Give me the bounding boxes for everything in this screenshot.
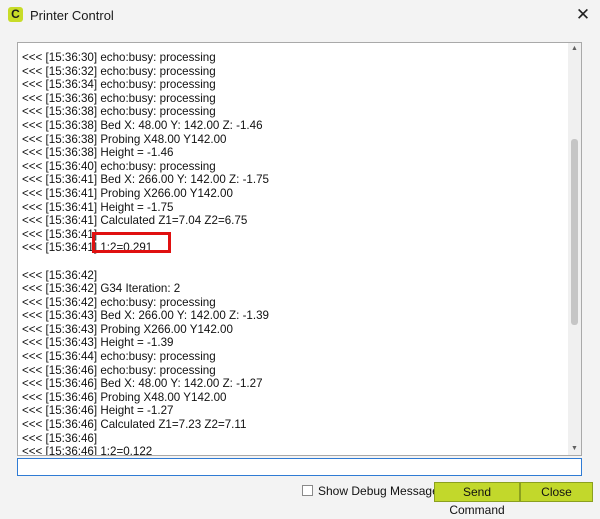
scroll-thumb[interactable] [571,139,578,325]
send-command-button[interactable]: Send Command [434,482,520,517]
window-close-button[interactable]: ✕ [572,4,594,26]
log-line: <<< [15:36:42] [22,268,98,282]
log-line: <<< [15:36:41] Height = -1.75 [22,200,174,214]
log-line: <<< [15:36:46] Height = -1.27 [22,404,174,418]
log-line: <<< [15:36:46] 1:2=0.122 [22,445,153,456]
log-line: <<< [15:36:38] echo:busy: processing [22,105,216,119]
title-bar: C Printer Control ✕ [0,0,600,30]
log-line: <<< [15:36:42] echo:busy: processing [22,295,216,309]
scroll-down-icon[interactable]: ▼ [568,443,581,455]
log-line: <<< [15:36:43] Bed X: 266.00 Y: 142.00 Z… [22,309,269,323]
annotation-highlight-box [92,232,171,253]
log-line: <<< [15:36:42] G34 Iteration: 2 [22,282,181,296]
log-line: <<< [15:36:46] Probing X48.00 Y142.00 [22,390,227,404]
log-line: <<< [15:36:34] echo:busy: processing [22,78,216,92]
log-line: <<< [15:36:43] Probing X266.00 Y142.00 [22,322,233,336]
log-line: <<< [15:36:46] [22,431,98,445]
log-line: <<< [15:36:41] Bed X: 266.00 Y: 142.00 Z… [22,173,269,187]
log-line: <<< [15:36:38] Height = -1.46 [22,146,174,160]
log-line: <<< [15:36:46] echo:busy: processing [22,363,216,377]
log-line: <<< [15:36:32] echo:busy: processing [22,64,216,78]
show-debug-checkbox[interactable] [302,485,313,496]
log-line: <<< [15:36:43] Height = -1.39 [22,336,174,350]
app-logo-icon: C [8,7,23,22]
log-line: <<< [15:36:30] echo:busy: processing [22,51,216,64]
scroll-up-icon[interactable]: ▲ [568,43,581,55]
log-line: <<< [15:36:38] Bed X: 48.00 Y: 142.00 Z:… [22,118,263,132]
console-log-lines: <<< [15:36:30] echo:busy: processing <<< … [22,51,562,456]
log-line: <<< [15:36:40] echo:busy: processing [22,159,216,173]
log-line: <<< [15:36:44] echo:busy: processing [22,350,216,364]
console-scrollbar[interactable]: ▲ ▼ [568,43,581,455]
log-line: <<< [15:36:46] Bed X: 48.00 Y: 142.00 Z:… [22,377,263,391]
log-line: <<< [15:36:41] Calculated Z1=7.04 Z2=6.7… [22,214,248,228]
show-debug-label: Show Debug Messages [318,484,445,498]
log-line: <<< [15:36:46] Calculated Z1=7.23 Z2=7.1… [22,418,247,432]
log-line: <<< [15:36:38] Probing X48.00 Y142.00 [22,132,227,146]
log-line: <<< [15:36:36] echo:busy: processing [22,91,216,105]
close-button[interactable]: Close [520,482,593,502]
window-title: Printer Control [30,8,114,23]
log-line: <<< [15:36:41] Probing X266.00 Y142.00 [22,186,233,200]
command-input[interactable] [17,458,582,476]
